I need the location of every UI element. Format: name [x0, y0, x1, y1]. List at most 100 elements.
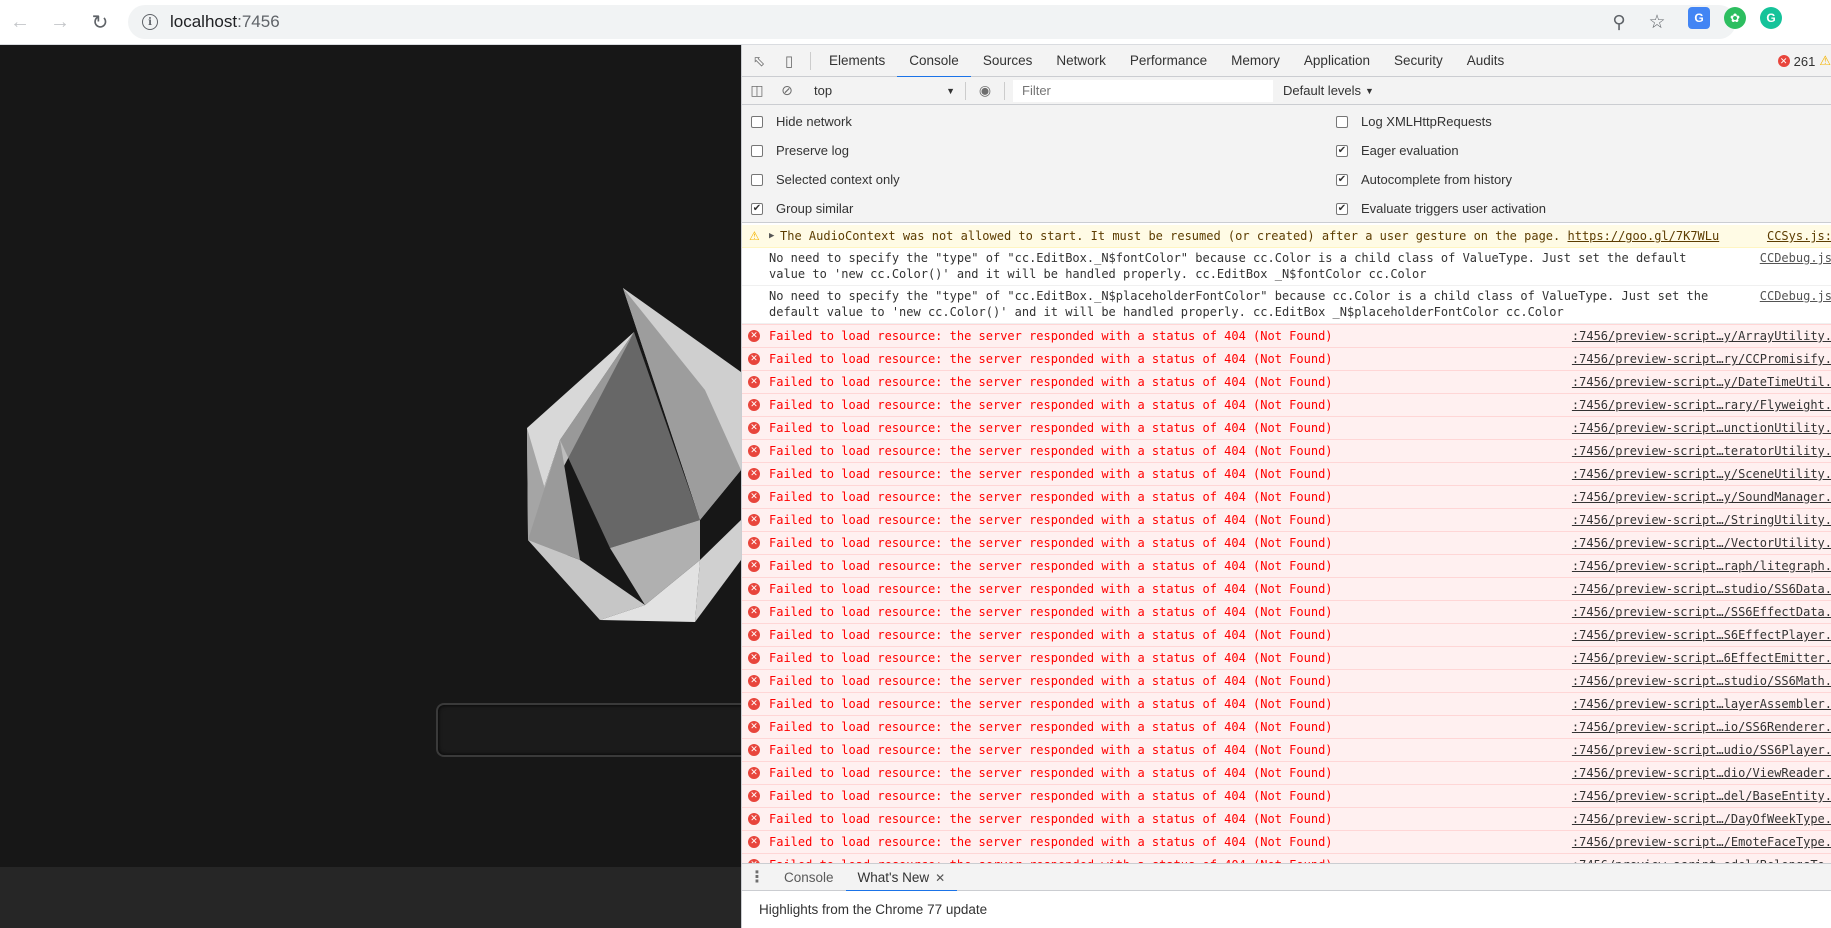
console-error[interactable]: ✕Failed to load resource: the server res…: [742, 462, 1831, 485]
setting-group-similar[interactable]: ✔ Group similar: [751, 201, 853, 216]
message-source-link[interactable]: :7456/preview-script…studio/SS6Math.: [1562, 670, 1831, 692]
sidebar-toggle-icon[interactable]: ◫: [742, 77, 772, 105]
message-source-link[interactable]: :7456/preview-script…/StringUtility.: [1562, 509, 1831, 531]
checkbox[interactable]: [751, 173, 763, 186]
console-error[interactable]: ✕Failed to load resource: the server res…: [742, 646, 1831, 669]
tab-security[interactable]: Security: [1382, 45, 1455, 77]
message-source-link[interactable]: :7456/preview-script…ry/CCPromisify.: [1562, 348, 1831, 370]
setting-evaluate-triggers[interactable]: ✔ Evaluate triggers user activation: [1336, 201, 1546, 216]
site-info-icon[interactable]: i: [142, 14, 158, 30]
message-source-link[interactable]: :7456/preview-script…studio/SS6Data.: [1562, 578, 1831, 600]
console-error[interactable]: ✕Failed to load resource: the server res…: [742, 738, 1831, 761]
live-expression-eye-icon[interactable]: ◉: [970, 77, 1000, 105]
console-error[interactable]: ✕Failed to load resource: the server res…: [742, 853, 1831, 863]
tab-console[interactable]: Console: [897, 45, 971, 78]
tab-elements[interactable]: Elements: [817, 45, 897, 77]
console-warning[interactable]: ⚠ ▶ The AudioContext was not allowed to …: [742, 225, 1831, 248]
device-toolbar-icon[interactable]: ▯: [774, 45, 804, 77]
console-error[interactable]: ✕Failed to load resource: the server res…: [742, 508, 1831, 531]
console-info-message[interactable]: No need to specify the "type" of "cc.Edi…: [742, 248, 1831, 286]
message-source-link[interactable]: :7456/preview-script…udio/SS6Player.: [1562, 739, 1831, 761]
console-messages[interactable]: ⚠ ▶ The AudioContext was not allowed to …: [742, 225, 1831, 863]
console-error[interactable]: ✕Failed to load resource: the server res…: [742, 485, 1831, 508]
console-error[interactable]: ✕Failed to load resource: the server res…: [742, 393, 1831, 416]
message-source-link[interactable]: :7456/preview-script…layerAssembler.: [1562, 693, 1831, 715]
message-source-link[interactable]: :7456/preview-script…io/SS6Renderer.: [1562, 716, 1831, 738]
console-error[interactable]: ✕Failed to load resource: the server res…: [742, 370, 1831, 393]
console-error[interactable]: ✕Failed to load resource: the server res…: [742, 830, 1831, 853]
message-source-link[interactable]: CCDebug.js: [1752, 288, 1831, 304]
console-error[interactable]: ✕Failed to load resource: the server res…: [742, 531, 1831, 554]
error-counter[interactable]: ✕ 261 ⚠: [1777, 45, 1831, 77]
console-error[interactable]: ✕Failed to load resource: the server res…: [742, 416, 1831, 439]
setting-eager-evaluation[interactable]: ✔ Eager evaluation: [1336, 143, 1459, 158]
setting-autocomplete-history[interactable]: ✔ Autocomplete from history: [1336, 172, 1512, 187]
setting-selected-context-only[interactable]: Selected context only: [751, 172, 900, 187]
drawer-tab-whats-new[interactable]: What's New ✕: [845, 864, 958, 892]
checkbox-checked[interactable]: ✔: [751, 202, 763, 215]
console-error[interactable]: ✕Failed to load resource: the server res…: [742, 577, 1831, 600]
console-error[interactable]: ✕Failed to load resource: the server res…: [742, 715, 1831, 738]
tab-audits[interactable]: Audits: [1455, 45, 1517, 77]
console-error[interactable]: ✕Failed to load resource: the server res…: [742, 784, 1831, 807]
console-error[interactable]: ✕Failed to load resource: the server res…: [742, 600, 1831, 623]
message-source-link[interactable]: :7456/preview-script…y/DateTimeUtil.: [1562, 371, 1831, 393]
checkbox-checked[interactable]: ✔: [1336, 202, 1348, 215]
console-error[interactable]: ✕Failed to load resource: the server res…: [742, 761, 1831, 784]
message-source-link[interactable]: CCSys.js:: [1752, 225, 1831, 247]
tab-sources[interactable]: Sources: [971, 45, 1045, 77]
message-source-link[interactable]: :7456/preview-script…/VectorUtility.: [1562, 532, 1831, 554]
clear-console-icon[interactable]: ⊘: [772, 77, 802, 105]
checkbox[interactable]: [751, 115, 763, 128]
address-bar[interactable]: i localhost:7456: [128, 5, 1736, 39]
tab-application[interactable]: Application: [1292, 45, 1382, 77]
console-filter-input[interactable]: [1013, 79, 1273, 102]
console-error[interactable]: ✕Failed to load resource: the server res…: [742, 807, 1831, 830]
message-source-link[interactable]: :7456/preview-script…raph/litegraph.: [1562, 555, 1831, 577]
console-error[interactable]: ✕Failed to load resource: the server res…: [742, 439, 1831, 462]
console-error[interactable]: ✕Failed to load resource: the server res…: [742, 324, 1831, 347]
message-source-link[interactable]: :7456/preview-script…6EffectEmitter.: [1562, 647, 1831, 669]
tab-performance[interactable]: Performance: [1118, 45, 1219, 77]
context-selector[interactable]: top ▼: [806, 80, 961, 102]
console-error[interactable]: ✕Failed to load resource: the server res…: [742, 623, 1831, 646]
message-source-link[interactable]: :7456/preview-script…/EmoteFaceType.: [1562, 831, 1831, 853]
checkbox-checked[interactable]: ✔: [1336, 144, 1348, 157]
forward-icon[interactable]: →: [40, 2, 80, 42]
evernote-extension-icon[interactable]: ✿: [1724, 7, 1746, 29]
message-source-link[interactable]: :7456/preview-script…odel/BelongsTo.: [1562, 854, 1831, 863]
game-canvas[interactable]: [0, 45, 741, 867]
back-icon[interactable]: ←: [0, 2, 40, 42]
message-source-link[interactable]: :7456/preview-script…y/ArrayUtility.: [1562, 325, 1831, 347]
expand-triangle-icon[interactable]: ▶: [769, 225, 774, 247]
bookmark-star-icon[interactable]: ☆: [1638, 11, 1676, 34]
message-source-link[interactable]: :7456/preview-script…teratorUtility.: [1562, 440, 1831, 462]
setting-log-xhr[interactable]: Log XMLHttpRequests: [1336, 114, 1492, 129]
grammarly-extension-icon[interactable]: G: [1760, 7, 1782, 29]
console-error[interactable]: ✕Failed to load resource: the server res…: [742, 692, 1831, 715]
log-levels-dropdown[interactable]: Default levels ▼: [1283, 83, 1374, 98]
game-text-input[interactable]: [436, 703, 741, 757]
more-menu-icon[interactable]: ⋮: [742, 867, 772, 887]
tab-memory[interactable]: Memory: [1219, 45, 1292, 77]
console-info-message[interactable]: No need to specify the "type" of "cc.Edi…: [742, 286, 1831, 324]
console-error[interactable]: ✕Failed to load resource: the server res…: [742, 347, 1831, 370]
translate-extension-icon[interactable]: G: [1688, 7, 1710, 29]
message-source-link[interactable]: :7456/preview-script…S6EffectPlayer.: [1562, 624, 1831, 646]
message-source-link[interactable]: CCDebug.js: [1752, 250, 1831, 266]
console-error[interactable]: ✕Failed to load resource: the server res…: [742, 669, 1831, 692]
message-source-link[interactable]: :7456/preview-script…y/SoundManager.: [1562, 486, 1831, 508]
message-source-link[interactable]: :7456/preview-script…unctionUtility.: [1562, 417, 1831, 439]
checkbox[interactable]: [1336, 115, 1348, 128]
checkbox-checked[interactable]: ✔: [1336, 173, 1348, 186]
close-icon[interactable]: ✕: [935, 871, 945, 885]
checkbox[interactable]: [751, 144, 763, 157]
setting-preserve-log[interactable]: Preserve log: [751, 143, 849, 158]
reload-icon[interactable]: ↻: [80, 2, 120, 42]
zoom-icon[interactable]: ⚲: [1600, 12, 1638, 33]
console-error[interactable]: ✕Failed to load resource: the server res…: [742, 554, 1831, 577]
message-source-link[interactable]: :7456/preview-script…del/BaseEntity.: [1562, 785, 1831, 807]
message-source-link[interactable]: :7456/preview-script…rary/Flyweight.: [1562, 394, 1831, 416]
inspect-element-icon[interactable]: ⬁: [744, 45, 774, 77]
warning-link[interactable]: https://goo.gl/7K7WLu: [1568, 229, 1720, 243]
